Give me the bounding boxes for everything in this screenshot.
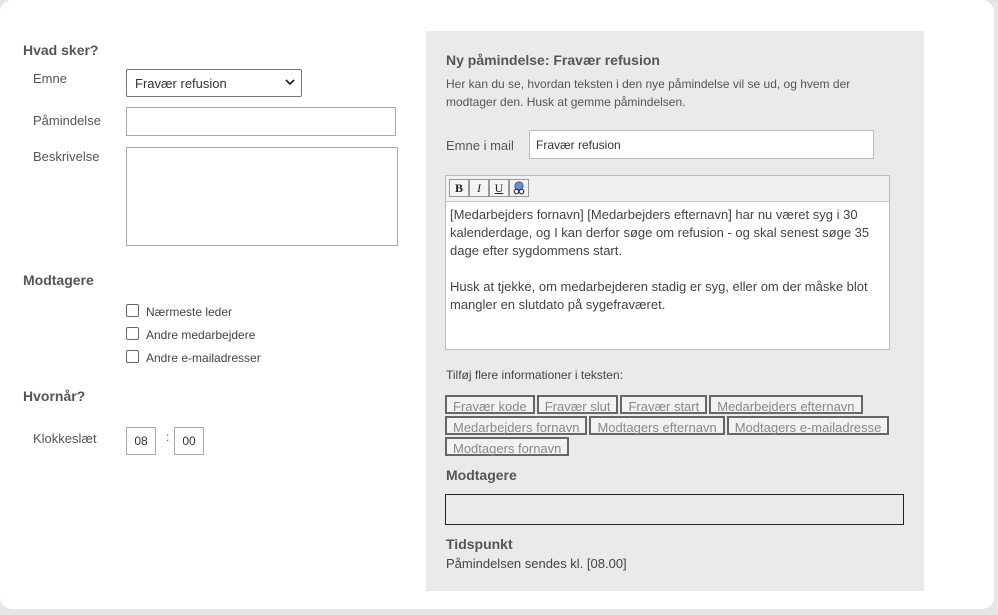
preview-recipients-box bbox=[445, 494, 904, 525]
token-employee-lastname[interactable]: Medarbejders efternavn bbox=[709, 395, 863, 414]
checkbox-label-other-employees: Andre medarbejdere bbox=[146, 328, 256, 342]
token-absence-end[interactable]: Fravær slut bbox=[536, 395, 619, 414]
chevron-down-icon bbox=[285, 79, 295, 86]
token-recipient-firstname[interactable]: Modtagers fornavn bbox=[445, 437, 570, 456]
editor-toolbar: BIU bbox=[446, 176, 889, 202]
editor-content[interactable]: [Medarbejders fornavn] [Medarbejders eft… bbox=[446, 202, 889, 336]
preview-title: Ny påmindelse: Fravær refusion bbox=[446, 52, 660, 68]
body-paragraph-1: [Medarbejders fornavn] [Medarbejders eft… bbox=[450, 207, 870, 258]
subject-label: Emne bbox=[33, 71, 67, 86]
italic-button[interactable]: I bbox=[469, 179, 489, 197]
preview-send-text: Påmindelsen sendes kl. [08.00] bbox=[446, 556, 627, 571]
preview-time-heading: Tidspunkt bbox=[446, 536, 513, 552]
preview-recipients-heading: Modtagere bbox=[446, 467, 517, 483]
section-heading-when: Hvornår? bbox=[23, 388, 86, 404]
body-paragraph-2: Husk at tjekke, om medarbejderen stadig … bbox=[450, 279, 868, 312]
mail-subject-input[interactable]: Fravær refusion bbox=[529, 130, 874, 159]
checkbox-other-emails[interactable] bbox=[126, 350, 139, 363]
preview-description: Her kan du se, hvordan teksten i den nye… bbox=[446, 77, 851, 109]
link-button[interactable] bbox=[509, 179, 529, 197]
underline-button[interactable]: U bbox=[489, 179, 509, 197]
token-recipient-lastname[interactable]: Modtagers efternavn bbox=[589, 416, 725, 435]
description-textarea[interactable] bbox=[126, 147, 398, 246]
reminder-input[interactable] bbox=[126, 107, 396, 136]
insert-info-label: Tilføj flere informationer i teksten: bbox=[446, 368, 623, 382]
link-icon bbox=[513, 181, 525, 195]
mail-subject-label: Emne i mail bbox=[446, 138, 514, 153]
section-heading-what: Hvad sker? bbox=[23, 42, 99, 58]
subject-select-value: Fravær refusion bbox=[135, 76, 227, 91]
subject-select[interactable]: Fravær refusion bbox=[126, 69, 302, 97]
time-separator: : bbox=[166, 430, 170, 444]
token-recipient-email[interactable]: Modtagers e-mailadresse bbox=[726, 416, 890, 435]
reminder-form-card: Hvad sker? Emne Fravær refusion Påmindel… bbox=[0, 0, 994, 609]
checkbox-nearest-manager[interactable] bbox=[126, 304, 139, 317]
token-absence-start[interactable]: Fravær start bbox=[620, 395, 708, 414]
mail-body-editor[interactable]: BIU [Medarbejders fornavn] [Medarbejders… bbox=[445, 175, 890, 350]
time-label: Klokkeslæt bbox=[33, 431, 97, 446]
checkbox-label-nearest-manager: Nærmeste leder bbox=[146, 305, 233, 319]
token-absence-code[interactable]: Fravær kode bbox=[445, 395, 535, 414]
hour-input[interactable]: 08 bbox=[126, 427, 156, 455]
section-heading-recipients: Modtagere bbox=[23, 272, 94, 288]
description-label: Beskrivelse bbox=[33, 149, 100, 164]
minute-input[interactable]: 00 bbox=[174, 427, 204, 455]
bold-button[interactable]: B bbox=[449, 179, 469, 197]
preview-panel: Ny påmindelse: Fravær refusion Her kan d… bbox=[426, 31, 924, 591]
checkbox-label-other-emails: Andre e-mailadresser bbox=[146, 351, 261, 365]
reminder-label: Påmindelse bbox=[33, 113, 101, 128]
checkbox-other-employees[interactable] bbox=[126, 327, 139, 340]
token-list: Fravær kode Fravær slut Fravær start Medarb… bbox=[445, 395, 915, 458]
token-employee-firstname[interactable]: Medarbejders fornavn bbox=[445, 416, 588, 435]
